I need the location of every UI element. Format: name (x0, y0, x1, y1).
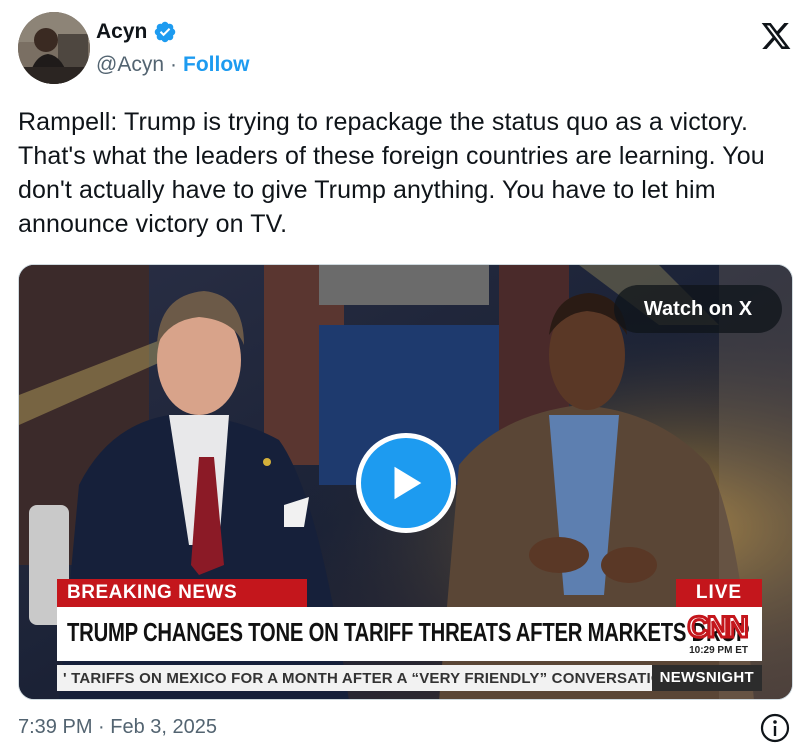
follow-button[interactable]: Follow (183, 53, 250, 77)
avatar-image (18, 12, 90, 84)
avatar[interactable] (18, 12, 90, 84)
ticker-text: ' TARIFFS ON MEXICO FOR A MONTH AFTER A … (63, 669, 718, 687)
chyron-headline: TRUMP CHANGES TONE ON TARIFF THREATS AFT… (67, 617, 750, 647)
tweet-timestamp[interactable]: 7:39 PM · Feb 3, 2025 (18, 716, 217, 739)
separator-dot: · (170, 53, 178, 76)
live-label: LIVE (676, 579, 762, 607)
name-row: Acyn (96, 20, 177, 44)
tweet-text: Rampell: Trump is trying to repackage th… (18, 108, 765, 238)
cnn-logo-icon: CNN (686, 610, 750, 644)
display-name[interactable]: Acyn (96, 20, 147, 44)
info-icon[interactable] (759, 712, 791, 744)
breaking-news-label: BREAKING NEWS (57, 579, 307, 607)
video-player[interactable]: Watch on X BREAKING NEWS LIVE TRUMP CHAN… (18, 264, 793, 700)
handle[interactable]: @Acyn (96, 53, 164, 77)
ticker-show-tag: NEWSNIGHT (651, 665, 762, 691)
broadcast-time: 10:29 PM ET (689, 645, 748, 656)
handle-row: @Acyn · Follow (96, 53, 250, 77)
chyron-headline-bar: TRUMP CHANGES TONE ON TARIFF THREATS AFT… (57, 607, 762, 661)
svg-text:CNN: CNN (688, 611, 747, 644)
news-ticker: ' TARIFFS ON MEXICO FOR A MONTH AFTER A … (57, 665, 762, 691)
tweet-header: Acyn @Acyn · Follow (18, 12, 793, 84)
play-icon (394, 466, 422, 500)
x-logo-icon[interactable] (759, 20, 793, 52)
play-button[interactable] (356, 433, 456, 533)
verified-badge-icon (155, 21, 176, 43)
watch-on-x-button[interactable]: Watch on X (614, 285, 782, 333)
